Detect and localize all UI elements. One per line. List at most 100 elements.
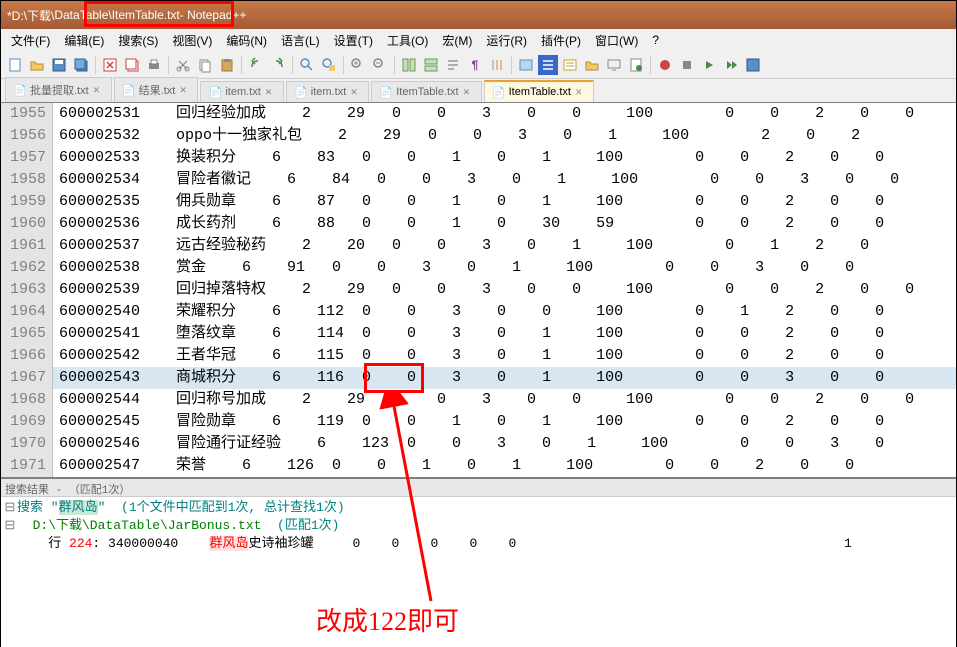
line-number-gutter: 1955 1956 1957 1958 1959 1960 1961 1962 … <box>1 103 53 477</box>
menu-search[interactable]: 搜索(S) <box>112 30 164 51</box>
menu-macro[interactable]: 宏(M) <box>436 30 478 51</box>
tab-close-icon[interactable]: ✕ <box>575 87 585 97</box>
show-all-chars-icon[interactable]: ¶ <box>465 55 485 75</box>
search-line-1[interactable]: ⊟搜索 "群风岛" (1个文件中匹配到1次, 总计查找1次) <box>3 499 954 517</box>
save-macro-icon[interactable] <box>743 55 763 75</box>
text-row[interactable]: 600002536 成长药剂 6 88 0 0 1 0 30 59 0 0 2 … <box>53 213 956 235</box>
text-row[interactable]: 600002544 回归称号加成 2 29 0 0 3 0 0 100 0 0 … <box>53 389 956 411</box>
new-file-icon[interactable] <box>5 55 25 75</box>
open-file-icon[interactable] <box>27 55 47 75</box>
tab-close-icon[interactable]: ✕ <box>463 87 473 97</box>
fold-spacer <box>3 535 17 553</box>
tab-label: ItemTable.txt <box>396 86 458 98</box>
file-icon: 📄 <box>493 86 505 98</box>
zoom-in-icon[interactable] <box>348 55 368 75</box>
text-row[interactable]: 600002538 赏金 6 91 0 0 3 0 1 100 0 0 3 0 … <box>53 257 956 279</box>
print-icon[interactable] <box>144 55 164 75</box>
text-row[interactable]: 600002546 冒险通行证经验 6 123 0 0 3 0 1 100 0 … <box>53 433 956 455</box>
copy-icon[interactable] <box>195 55 215 75</box>
indent-guide-icon[interactable] <box>487 55 507 75</box>
menu-edit[interactable]: 编辑(E) <box>58 30 110 51</box>
folder-icon[interactable] <box>582 55 602 75</box>
search-results-header: 搜索结果 - （匹配1次） <box>1 479 956 497</box>
tab-close-icon[interactable]: ✕ <box>265 87 275 97</box>
text-row[interactable]: 600002533 换装积分 6 83 0 0 1 0 1 100 0 0 2 … <box>53 147 956 169</box>
fold-minus-icon[interactable]: ⊟ <box>3 499 17 517</box>
menu-language[interactable]: 语言(L) <box>275 30 326 51</box>
menu-settings[interactable]: 设置(T) <box>328 30 379 51</box>
stop-icon[interactable] <box>677 55 697 75</box>
menu-view[interactable]: 视图(V) <box>166 30 218 51</box>
tab-close-icon[interactable]: ✕ <box>350 87 360 97</box>
play-multi-icon[interactable] <box>721 55 741 75</box>
text-row[interactable]: 600002537 远古经验秘药 2 20 0 0 3 0 1 100 0 1 … <box>53 235 956 257</box>
tab-label: 批量提取.txt <box>30 82 89 98</box>
sync-v-icon[interactable] <box>399 55 419 75</box>
toolbar-sep <box>394 56 395 74</box>
find-icon[interactable] <box>297 55 317 75</box>
text-row[interactable]: 600002542 王者华冠 6 115 0 0 3 0 1 100 0 0 2… <box>53 345 956 367</box>
text-row[interactable]: 600002541 堕落纹章 6 114 0 0 3 0 1 100 0 0 2… <box>53 323 956 345</box>
text-row[interactable]: 600002532 oppo十一独家礼包 2 29 0 0 3 0 1 100 … <box>53 125 956 147</box>
search-line-2[interactable]: ⊟ D:\下载\DataTable\JarBonus.txt (匹配1次) <box>3 517 954 535</box>
text-row[interactable]: 600002534 冒险者徽记 6 84 0 0 3 0 1 100 0 0 3… <box>53 169 956 191</box>
text-row[interactable]: 600002535 佣兵勋章 6 87 0 0 1 0 1 100 0 0 2 … <box>53 191 956 213</box>
text-row[interactable]: 600002531 回归经验加成 2 29 0 0 3 0 0 100 0 0 … <box>53 103 956 125</box>
toolbar-sep <box>241 56 242 74</box>
menu-run[interactable]: 运行(R) <box>480 30 533 51</box>
tab-4[interactable]: 📄ItemTable.txt✕ <box>371 81 481 102</box>
zoom-out-icon[interactable] <box>370 55 390 75</box>
line-number: 1960 <box>1 213 46 235</box>
text-row[interactable]: 600002547 荣誉 6 126 0 0 1 0 1 100 0 0 2 0… <box>53 455 956 477</box>
search-term: 群风岛 <box>59 500 98 515</box>
menu-encoding[interactable]: 编码(N) <box>220 30 273 51</box>
tab-close-icon[interactable]: ✕ <box>93 85 103 95</box>
save-all-icon[interactable] <box>71 55 91 75</box>
search-line-3[interactable]: 行 224: 340000040 群风岛史诗袖珍罐 0 0 0 0 0 1 op… <box>3 535 954 553</box>
line-number: 1956 <box>1 125 46 147</box>
file-icon: 📄 <box>123 84 135 96</box>
line-number: 1970 <box>1 433 46 455</box>
text-row[interactable]: 600002539 回归掉落特权 2 29 0 0 3 0 0 100 0 0 … <box>53 279 956 301</box>
tab-5[interactable]: 📄ItemTable.txt✕ <box>484 80 594 102</box>
search-results-body[interactable]: ⊟搜索 "群风岛" (1个文件中匹配到1次, 总计查找1次) ⊟ D:\下载\D… <box>1 497 956 555</box>
tab-0[interactable]: 📄批量提取.txt✕ <box>5 77 112 102</box>
editor-area[interactable]: 1955 1956 1957 1958 1959 1960 1961 1962 … <box>1 103 956 477</box>
cut-icon[interactable] <box>173 55 193 75</box>
search-term-prefix: 搜索 " <box>17 500 59 515</box>
replace-icon[interactable] <box>319 55 339 75</box>
close-all-icon[interactable] <box>122 55 142 75</box>
play-icon[interactable] <box>699 55 719 75</box>
save-icon[interactable] <box>49 55 69 75</box>
text-row-selected[interactable]: 600002543 商城积分 6 116 0 0 3 0 1 100 0 0 3… <box>53 367 956 389</box>
menu-plugin[interactable]: 插件(P) <box>535 30 587 51</box>
record-icon[interactable] <box>655 55 675 75</box>
menu-window[interactable]: 窗口(W) <box>589 30 644 51</box>
undo-icon[interactable] <box>246 55 266 75</box>
tab-3[interactable]: 📄item.txt✕ <box>286 81 369 102</box>
line-number: 1958 <box>1 169 46 191</box>
tab-2[interactable]: 📄item.txt✕ <box>200 81 283 102</box>
doc-list-icon[interactable] <box>626 55 646 75</box>
tab-close-icon[interactable]: ✕ <box>179 85 189 95</box>
redo-icon[interactable] <box>268 55 288 75</box>
text-row[interactable]: 600002545 冒险勋章 6 119 0 0 1 0 1 100 0 0 2… <box>53 411 956 433</box>
fold-minus-icon[interactable]: ⊟ <box>3 517 17 535</box>
sync-h-icon[interactable] <box>421 55 441 75</box>
text-row[interactable]: 600002540 荣耀积分 6 112 0 0 3 0 0 100 0 1 2… <box>53 301 956 323</box>
tab-label: 结果.txt <box>139 82 176 98</box>
lang-icon[interactable] <box>516 55 536 75</box>
monitor-icon[interactable] <box>604 55 624 75</box>
line-number: 1967 <box>1 367 46 389</box>
tab-1[interactable]: 📄 结果.txt✕ <box>114 77 199 102</box>
file-icon: 📄 <box>295 86 307 98</box>
menu-help[interactable]: ? <box>646 31 665 49</box>
editor-content[interactable]: 600002531 回归经验加成 2 29 0 0 3 0 0 100 0 0 … <box>53 103 956 477</box>
paste-icon[interactable] <box>217 55 237 75</box>
menu-tools[interactable]: 工具(O) <box>381 30 434 51</box>
func-list-icon[interactable] <box>560 55 580 75</box>
menu-file[interactable]: 文件(F) <box>5 30 56 51</box>
doc-map-icon[interactable] <box>538 55 558 75</box>
wrap-icon[interactable] <box>443 55 463 75</box>
close-icon[interactable] <box>100 55 120 75</box>
